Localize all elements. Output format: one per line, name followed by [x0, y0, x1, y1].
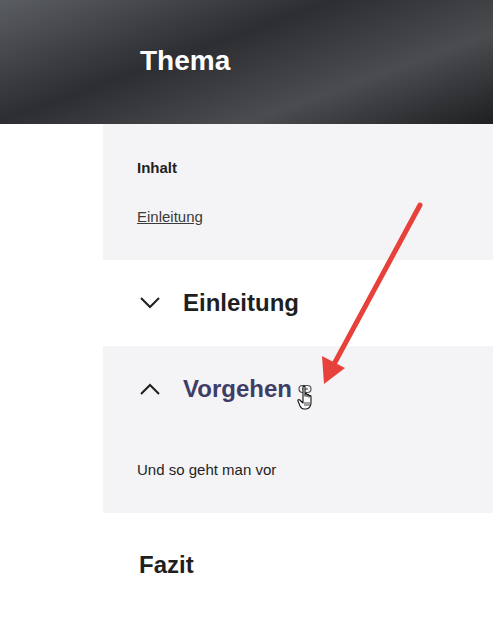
- toc-title: Inhalt: [137, 159, 473, 176]
- section-header[interactable]: Einleitung: [103, 260, 493, 346]
- toc-link[interactable]: Einleitung: [137, 208, 473, 225]
- section-header[interactable]: Vorgehen: [103, 346, 493, 432]
- content: Inhalt Einleitung Einleitung Vorgehen Und so…: [103, 124, 493, 617]
- page-title: Thema: [140, 45, 230, 77]
- section: Fazit: [103, 513, 493, 617]
- section-body: Und so geht man vor: [103, 432, 493, 513]
- section: Vorgehen Und so geht man vor: [103, 346, 493, 513]
- section: Einleitung: [103, 260, 493, 346]
- chevron-down-icon[interactable]: [139, 296, 161, 310]
- section-title: Einleitung: [183, 289, 299, 317]
- hand-cursor-icon: [297, 385, 315, 411]
- table-of-contents: Inhalt Einleitung: [103, 124, 493, 260]
- section-title: Vorgehen: [183, 375, 314, 403]
- section-header: Fazit: [103, 513, 493, 617]
- section-title: Fazit: [139, 551, 194, 579]
- anchor-link[interactable]: [298, 381, 314, 397]
- page: Thema Inhalt Einleitung Einleitung Vorgehen U…: [0, 0, 493, 619]
- header-banner: Thema: [0, 0, 493, 124]
- chevron-up-icon[interactable]: [139, 382, 161, 396]
- annotation-arrow-icon: [0, 0, 493, 619]
